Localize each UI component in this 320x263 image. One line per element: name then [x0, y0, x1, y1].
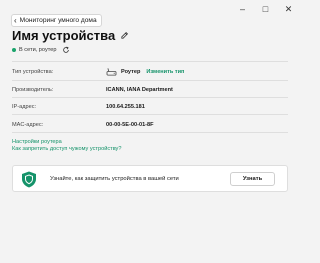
- router-icon: [106, 67, 117, 76]
- mac-value: 00-00-5E-00-01-8F: [106, 122, 154, 128]
- status-row: В сети, роутер: [12, 46, 70, 54]
- status-text: В сети, роутер: [19, 47, 57, 53]
- pencil-icon[interactable]: [120, 31, 129, 40]
- minimize-button[interactable]: –: [231, 3, 254, 15]
- maximize-button[interactable]: □: [254, 3, 277, 15]
- divider: [12, 61, 288, 62]
- divider: [12, 132, 288, 133]
- ip-value: 100.64.255.181: [106, 104, 145, 110]
- device-type-value: Роутер: [121, 68, 141, 75]
- back-button-label: Мониторинг умного дома: [19, 17, 97, 24]
- block-access-link[interactable]: Как запретить доступ чужому устройству?: [12, 146, 121, 152]
- divider: [12, 114, 288, 115]
- mac-label: MAC-адрес:: [12, 122, 44, 128]
- divider: [12, 80, 288, 81]
- security-tip-banner: Узнайте, как защитить устройства в вашей…: [12, 165, 288, 192]
- manufacturer-value: ICANN, IANA Department: [106, 87, 173, 93]
- page-title: Имя устройства: [12, 28, 116, 43]
- change-type-link[interactable]: Изменить тип: [146, 69, 184, 75]
- back-button[interactable]: ‹ Мониторинг умного дома: [11, 14, 102, 27]
- status-dot: [12, 48, 16, 52]
- router-settings-link[interactable]: Настройки роутера: [12, 139, 62, 145]
- device-type-label: Тип устройства:: [12, 69, 54, 75]
- device-type-value-row: Роутер Изменить тип: [106, 67, 184, 76]
- close-button[interactable]: ✕: [277, 3, 300, 15]
- chevron-left-icon: ‹: [14, 15, 17, 25]
- divider: [12, 97, 288, 98]
- shield-icon: [21, 171, 37, 193]
- learn-more-button[interactable]: Узнать: [230, 172, 275, 186]
- title-row: Имя устройства: [12, 28, 129, 43]
- manufacturer-label: Производитель:: [12, 87, 54, 93]
- ip-label: IP-адрес:: [12, 104, 37, 110]
- refresh-icon[interactable]: [62, 46, 70, 54]
- banner-text: Узнайте, как защитить устройства в вашей…: [50, 176, 179, 182]
- window-controls: – □ ✕: [231, 3, 300, 15]
